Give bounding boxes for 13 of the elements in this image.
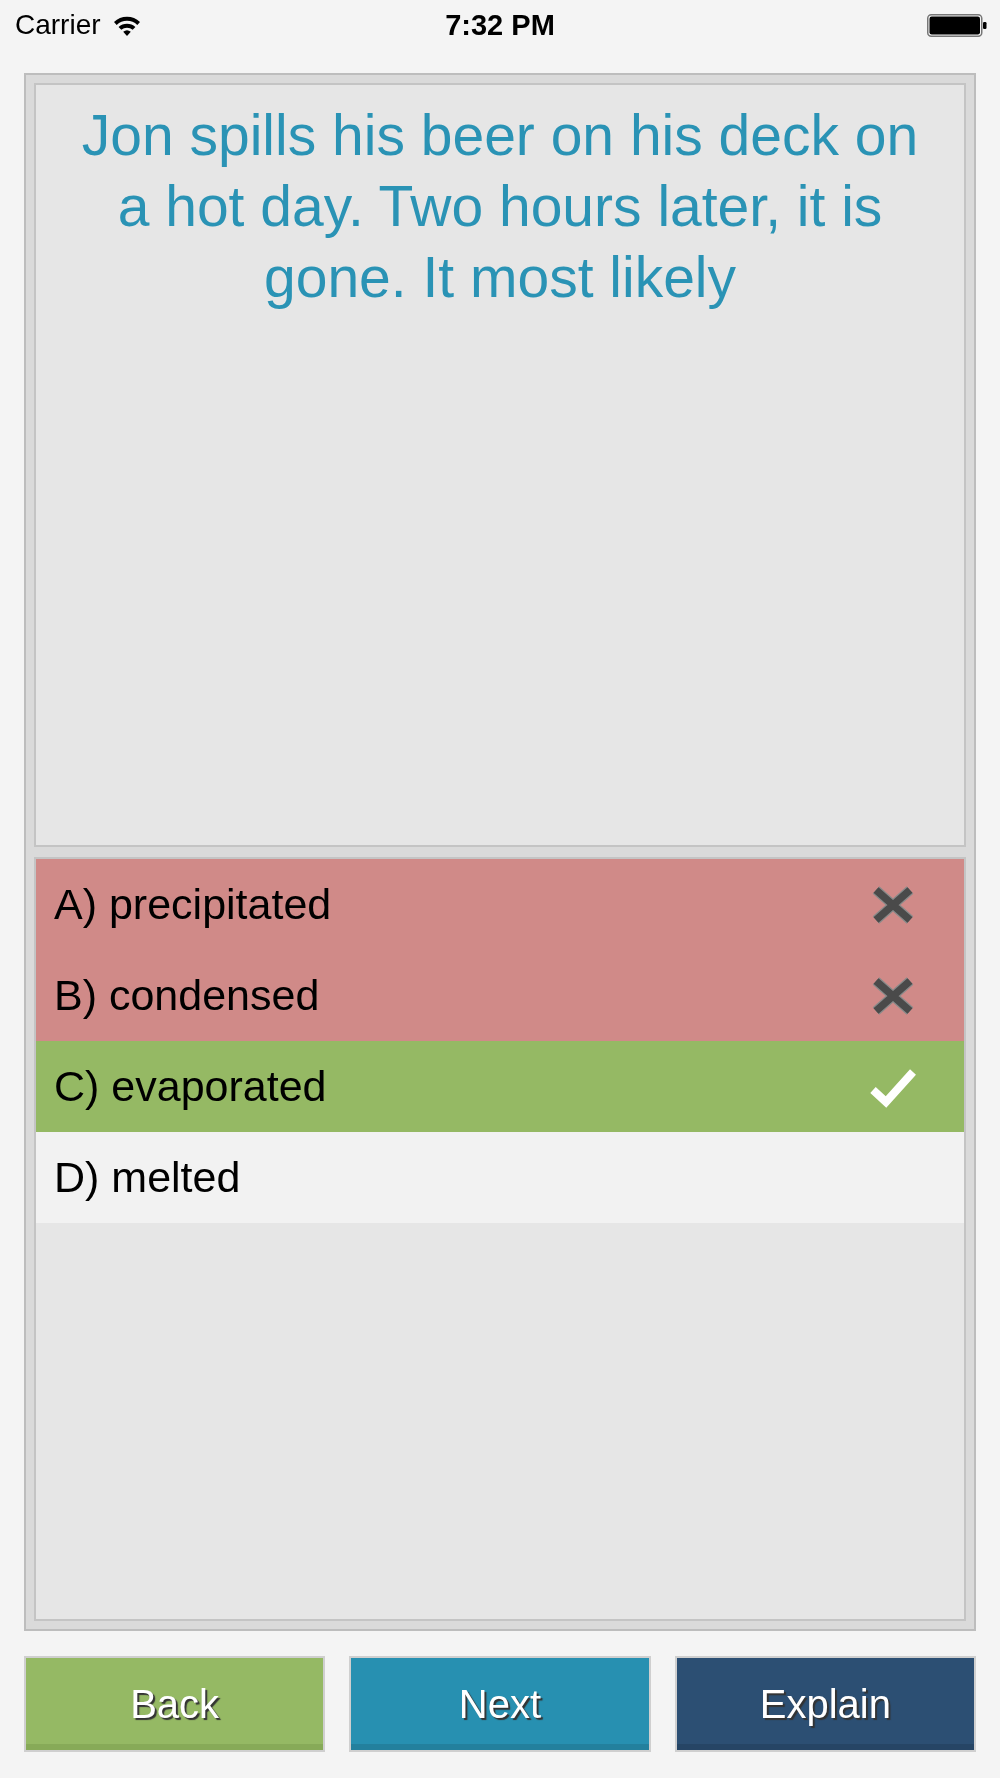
nav-button[interactable]: Explain <box>674 1656 976 1752</box>
answer-option[interactable]: A) precipitated <box>36 859 964 950</box>
question-text: Jon spills his beer on his deck on a hot day. Two hours later, it is gone. It most likely <box>80 102 920 311</box>
cross-icon <box>870 974 916 1017</box>
nav-button[interactable]: Next <box>349 1656 651 1752</box>
answer-option[interactable]: B) condensed <box>36 950 964 1041</box>
battery-icon <box>927 13 987 37</box>
answer-option[interactable]: D) melted <box>36 1132 964 1223</box>
cross-icon <box>870 883 916 926</box>
clock-time: 7:32 PM <box>445 8 555 42</box>
answer-option[interactable]: C) evaporated <box>36 1041 964 1132</box>
wifi-icon <box>112 14 141 36</box>
carrier-name: Carrier <box>15 9 101 41</box>
